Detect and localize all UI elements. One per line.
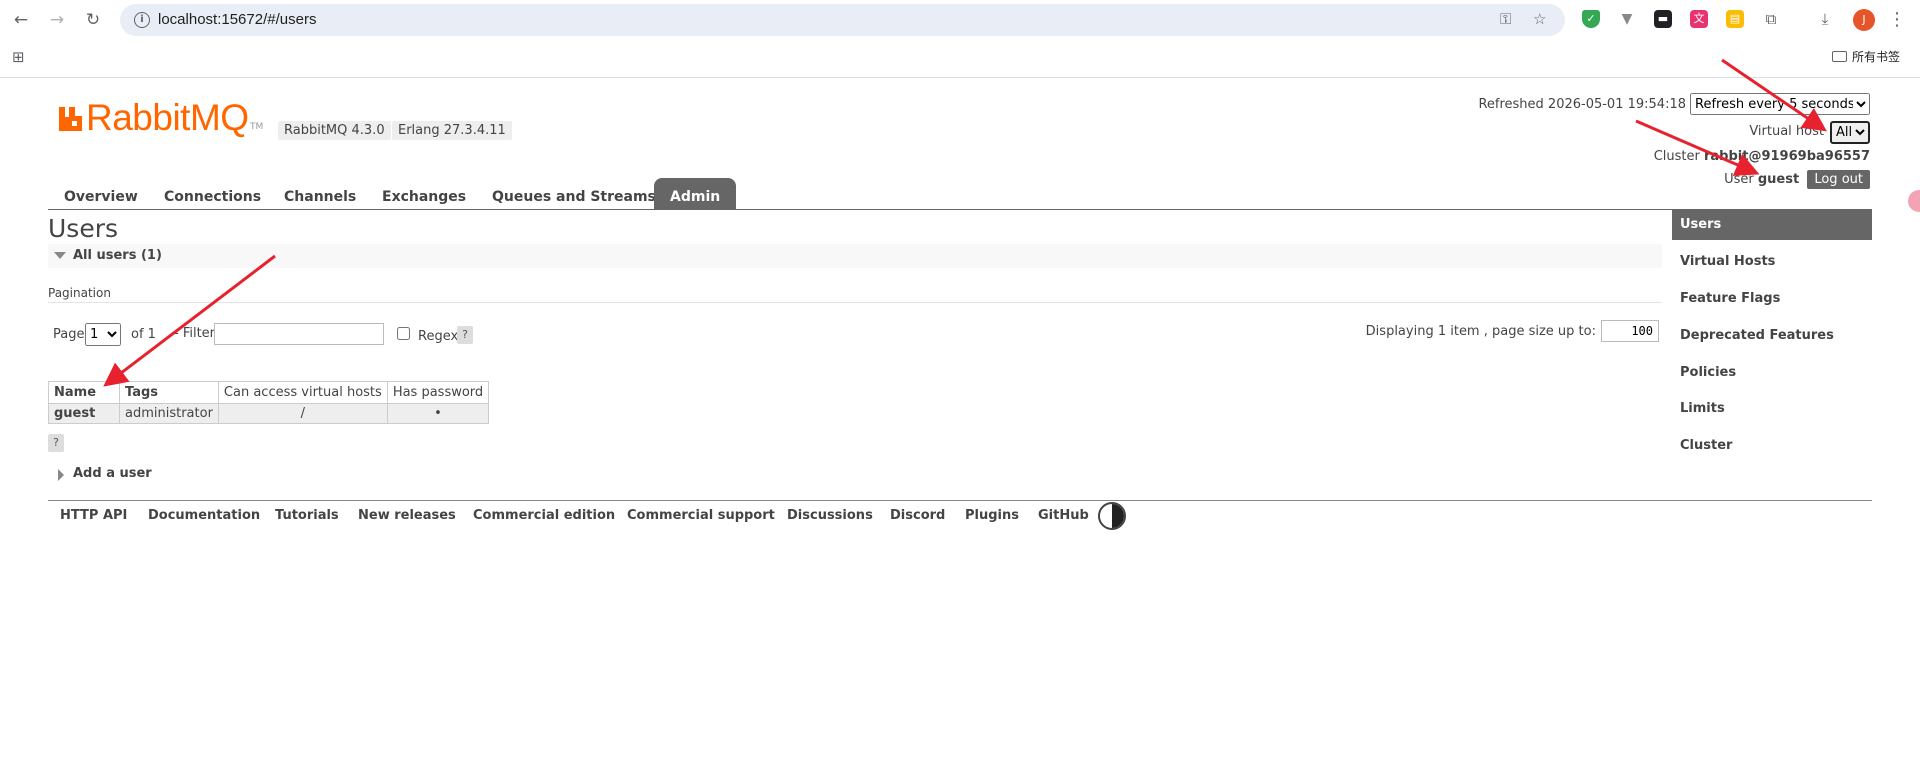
tab-exchanges[interactable]: Exchanges (366, 178, 482, 210)
arrow-to-name-column (103, 254, 276, 387)
bookmark-star-icon[interactable]: ☆ (1533, 10, 1546, 28)
virtual-host-label: Virtual host (1749, 124, 1824, 139)
arrow-to-user-guest (1635, 119, 1760, 176)
download-icon[interactable]: ⤓ (1816, 10, 1834, 28)
logo-text: RabbitMQ (86, 97, 249, 138)
cluster-name: rabbit@91969ba96557 (1704, 149, 1870, 164)
logout-button[interactable]: Log out (1807, 170, 1870, 189)
footer-link-tutorials[interactable]: Tutorials (275, 508, 339, 523)
footer-link-discussions[interactable]: Discussions (787, 508, 873, 523)
logo-trademark: TM (250, 122, 264, 132)
contrast-half-icon (1112, 504, 1124, 528)
tab-overview[interactable]: Overview (48, 178, 154, 210)
footer-link-plugins[interactable]: Plugins (965, 508, 1019, 523)
cluster-info: Cluster rabbit@91969ba96557 (1654, 149, 1870, 164)
table-header-row: Name Tags Can access virtual hosts Has p… (48, 381, 490, 404)
page-label: Page (53, 327, 85, 342)
user-label: User (1724, 172, 1754, 187)
footer-link-github[interactable]: GitHub (1038, 508, 1089, 523)
user-vhosts-cell: / (217, 403, 388, 424)
extensions-puzzle-icon[interactable]: ⧉ (1762, 10, 1780, 28)
footer-link-commercial-support[interactable]: Commercial support (627, 508, 775, 523)
notes-extension-icon[interactable]: ▤ (1726, 10, 1744, 28)
refreshed-timestamp: Refreshed 2026-05-01 19:54:18 (1478, 97, 1686, 112)
site-info-icon[interactable]: i (134, 12, 150, 28)
footer-link-http-api[interactable]: HTTP API (60, 508, 127, 523)
pagination-divider (48, 302, 1662, 303)
all-bookmarks-label: 所有书签 (1852, 50, 1901, 64)
users-table: Name Tags Can access virtual hosts Has p… (48, 381, 490, 424)
rabbitmq-version-badge: RabbitMQ 4.3.0 (278, 121, 391, 140)
floating-assistant-badge[interactable] (1908, 190, 1920, 212)
game-extension-icon[interactable]: ▬ (1654, 10, 1672, 28)
profile-avatar[interactable]: J (1853, 9, 1875, 31)
vivaldi-extension-icon[interactable]: ▼ (1618, 10, 1636, 28)
column-header-tags[interactable]: Tags (119, 381, 219, 404)
table-row[interactable]: guest administrator / • (48, 403, 490, 424)
sidebar-item-virtual-hosts[interactable]: Virtual Hosts (1672, 247, 1872, 277)
regex-checkbox[interactable] (397, 327, 410, 340)
browser-menu-icon[interactable]: ⋮ (1888, 9, 1906, 30)
virtual-host-select[interactable]: All (1830, 121, 1870, 144)
expand-triangle-icon (58, 469, 64, 481)
back-arrow-icon[interactable]: ← (10, 9, 32, 31)
page-size-input[interactable] (1601, 320, 1659, 342)
user-name: guest (1757, 172, 1800, 187)
footer-link-new-releases[interactable]: New releases (358, 508, 456, 523)
theme-toggle-button[interactable] (1098, 502, 1126, 530)
erlang-version-badge: Erlang 27.3.4.11 (392, 121, 512, 140)
user-tags-cell: administrator (119, 403, 219, 424)
regex-help-button[interactable]: ? (457, 326, 473, 344)
page-title: Users (48, 214, 119, 243)
translate-extension-icon[interactable]: 文 (1690, 10, 1708, 28)
table-help-button[interactable]: ? (48, 434, 64, 452)
collapse-triangle-icon (54, 252, 66, 259)
page-count-label: of 1 (131, 327, 156, 342)
tabs-divider (48, 209, 1872, 210)
all-users-section-label: All users (1) (73, 248, 162, 263)
tab-channels[interactable]: Channels (268, 178, 372, 210)
sidebar-item-policies[interactable]: Policies (1672, 358, 1872, 388)
sidebar-item-feature-flags[interactable]: Feature Flags (1672, 284, 1872, 314)
footer-link-documentation[interactable]: Documentation (148, 508, 260, 523)
all-bookmarks-button[interactable]: 所有书签 (1832, 48, 1900, 65)
regex-label: Regex (418, 329, 459, 344)
displaying-count-text: Displaying 1 item , page size up to: (1365, 324, 1596, 339)
apps-grid-icon[interactable]: ⊞ (12, 48, 25, 66)
address-bar[interactable]: i localhost:15672/#/users ⚿ ☆ (120, 4, 1565, 36)
tab-connections[interactable]: Connections (148, 178, 277, 210)
sidebar-item-deprecated-features[interactable]: Deprecated Features (1672, 321, 1872, 351)
user-info: User guest Log out (1724, 170, 1870, 189)
rabbitmq-logo-icon (59, 107, 82, 131)
sidebar-item-users[interactable]: Users (1672, 210, 1872, 240)
reload-icon[interactable]: ↻ (82, 9, 104, 31)
url-text[interactable]: localhost:15672/#/users (158, 11, 316, 28)
user-name-cell[interactable]: guest (48, 403, 120, 424)
tab-queues-and-streams[interactable]: Queues and Streams (476, 178, 672, 210)
add-user-label: Add a user (73, 466, 152, 481)
footer-link-commercial-edition[interactable]: Commercial edition (473, 508, 615, 523)
footer-link-discord[interactable]: Discord (890, 508, 945, 523)
filter-input[interactable] (214, 323, 384, 345)
tab-admin[interactable]: Admin (654, 178, 737, 210)
footer-divider (48, 500, 1872, 501)
pagination-heading: Pagination (48, 286, 111, 300)
column-header-vhosts: Can access virtual hosts (217, 381, 388, 404)
browser-chrome: ← → ↻ i localhost:15672/#/users ⚿ ☆ ✓ ▼ … (0, 0, 1920, 78)
cluster-label: Cluster (1653, 149, 1700, 164)
folder-icon (1832, 51, 1847, 62)
sidebar-item-cluster[interactable]: Cluster (1672, 431, 1872, 461)
shield-extension-icon[interactable]: ✓ (1582, 10, 1600, 28)
column-header-has-password: Has password (386, 381, 490, 404)
filter-label: - Filter: (174, 326, 220, 341)
refresh-interval-select[interactable]: Refresh every 5 seconds (1690, 93, 1870, 115)
password-key-icon[interactable]: ⚿ (1500, 10, 1511, 28)
sidebar-item-limits[interactable]: Limits (1672, 394, 1872, 424)
page-number-select[interactable]: 1 (85, 323, 121, 346)
column-header-name[interactable]: Name (48, 381, 120, 404)
all-users-section-toggle[interactable]: All users (1) (48, 244, 1662, 268)
forward-arrow-icon[interactable]: → (46, 9, 68, 31)
user-has-password-cell: • (386, 403, 490, 424)
